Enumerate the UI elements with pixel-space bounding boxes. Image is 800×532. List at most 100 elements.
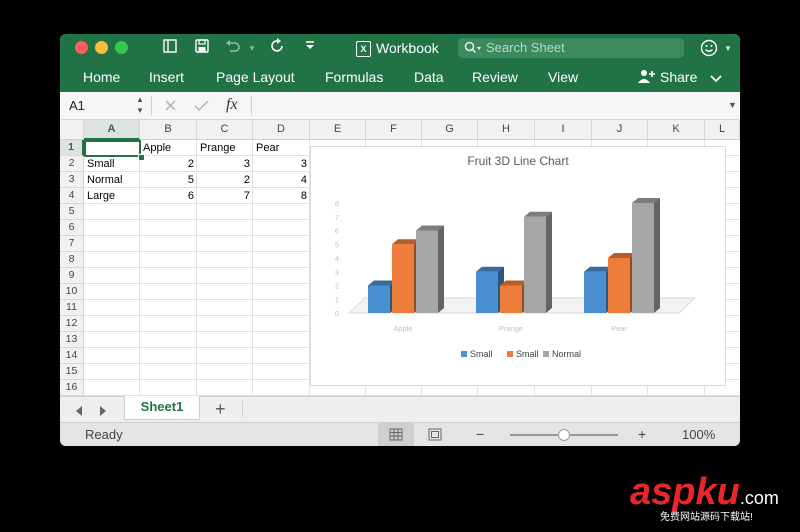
save-icon[interactable] — [192, 38, 212, 60]
row-header-10[interactable]: 10 — [60, 284, 84, 300]
normal-view-button[interactable] — [378, 423, 414, 446]
row-header-13[interactable]: 13 — [60, 332, 84, 348]
zoom-slider-thumb[interactable] — [558, 429, 570, 441]
formula-bar: A1 ▲ ▼ fx ▼ — [60, 92, 740, 120]
formula-divider-2 — [251, 96, 252, 116]
tab-page-layout[interactable]: Page Layout — [216, 68, 295, 86]
cell-d4[interactable]: 8 — [253, 188, 310, 204]
search-icon — [464, 41, 482, 60]
zoom-window-button[interactable] — [115, 41, 128, 54]
row-header-5[interactable]: 5 — [60, 204, 84, 220]
feedback-dropdown-icon[interactable]: ▾ — [718, 38, 738, 58]
tab-view[interactable]: View — [548, 68, 578, 86]
column-header-a[interactable]: A — [84, 120, 140, 140]
next-sheet-icon[interactable] — [98, 404, 108, 422]
cell-a4[interactable]: Large — [84, 188, 140, 204]
column-header-j[interactable]: J — [592, 120, 648, 140]
cell-a3[interactable]: Normal — [84, 172, 140, 188]
undo-icon[interactable] — [223, 38, 243, 60]
column-header-l[interactable]: L — [705, 120, 740, 140]
customize-toolbar-icon[interactable] — [300, 38, 320, 58]
column-header-h[interactable]: H — [478, 120, 535, 140]
search-sheet-box[interactable]: Search Sheet — [458, 38, 684, 58]
name-box-stepper-down-icon[interactable]: ▼ — [136, 106, 144, 115]
sheet-tab-sheet1[interactable]: Sheet1 — [124, 396, 200, 420]
cell-a2[interactable]: Small — [84, 156, 140, 172]
close-window-button[interactable] — [75, 41, 88, 54]
y-tick-label: 5 — [335, 240, 339, 249]
row-header-8[interactable]: 8 — [60, 252, 84, 268]
selected-cell-outline[interactable] — [84, 140, 141, 157]
row-header-2[interactable]: 2 — [60, 156, 84, 172]
title-bar: ▾ X Workbook Search Sheet ▾ — [60, 34, 740, 62]
row-header-11[interactable]: 11 — [60, 300, 84, 316]
bar-front — [524, 216, 546, 313]
row-header-9[interactable]: 9 — [60, 268, 84, 284]
column-header-c[interactable]: C — [197, 120, 253, 140]
column-header-i[interactable]: I — [535, 120, 592, 140]
cell-d1[interactable]: Pear — [253, 140, 310, 156]
fill-handle[interactable] — [138, 154, 145, 161]
row-header-6[interactable]: 6 — [60, 220, 84, 236]
column-header-k[interactable]: K — [648, 120, 705, 140]
row-header-3[interactable]: 3 — [60, 172, 84, 188]
zoom-in-button[interactable]: + — [638, 426, 646, 442]
tab-home[interactable]: Home — [83, 68, 120, 86]
row-header-16[interactable]: 16 — [60, 380, 84, 396]
column-header-f[interactable]: F — [366, 120, 422, 140]
collapse-ribbon-icon[interactable] — [710, 71, 722, 89]
column-header-d[interactable]: D — [253, 120, 310, 140]
name-box-stepper-up-icon[interactable]: ▲ — [136, 95, 144, 104]
tab-insert[interactable]: Insert — [149, 68, 184, 86]
cell-c4[interactable]: 7 — [197, 188, 253, 204]
bar-side — [438, 225, 444, 313]
spreadsheet-grid[interactable]: A B C D E F G H I J K L 1 2 3 4 5 6 7 8 9 10 11 12 13 14 15 16 Apple… — [60, 120, 740, 396]
row-header-14[interactable]: 14 — [60, 348, 84, 364]
share-user-icon[interactable] — [637, 68, 657, 89]
expand-formula-bar-icon[interactable]: ▼ — [728, 100, 737, 110]
zoom-level[interactable]: 100% — [682, 427, 715, 443]
sheet-divider — [242, 401, 243, 417]
undo-dropdown-icon[interactable]: ▾ — [242, 38, 262, 58]
sidebar-toggle-icon[interactable] — [160, 38, 180, 60]
smiley-feedback-icon[interactable] — [700, 38, 720, 64]
select-all-corner[interactable] — [60, 120, 84, 140]
y-tick-label: 7 — [335, 213, 339, 222]
column-header-g[interactable]: G — [422, 120, 478, 140]
prev-sheet-icon[interactable] — [74, 404, 84, 422]
name-box[interactable]: A1 — [69, 98, 85, 114]
cell-c1[interactable]: Prange — [197, 140, 253, 156]
cell-b4[interactable]: 6 — [140, 188, 197, 204]
zoom-out-button[interactable]: − — [476, 426, 484, 442]
share-button[interactable]: Share — [660, 68, 697, 86]
cell-b2[interactable]: 2 — [140, 156, 197, 172]
cell-d3[interactable]: 4 — [253, 172, 310, 188]
row-header-4[interactable]: 4 — [60, 188, 84, 204]
cell-d2[interactable]: 3 — [253, 156, 310, 172]
tab-data[interactable]: Data — [414, 68, 444, 86]
cell-c3[interactable]: 2 — [197, 172, 253, 188]
row-header-15[interactable]: 15 — [60, 364, 84, 380]
cell-c2[interactable]: 3 — [197, 156, 253, 172]
redo-icon[interactable] — [268, 38, 288, 60]
bar-front — [368, 285, 390, 313]
tab-review[interactable]: Review — [472, 68, 518, 86]
cell-b1[interactable]: Apple — [140, 140, 197, 156]
bar-side — [654, 198, 660, 313]
column-header-b[interactable]: B — [140, 120, 197, 140]
insert-function-button[interactable]: fx — [226, 96, 238, 114]
page-layout-view-icon[interactable] — [428, 428, 442, 446]
enter-check-icon[interactable] — [194, 99, 209, 117]
row-header-12[interactable]: 12 — [60, 316, 84, 332]
column-header-e[interactable]: E — [310, 120, 366, 140]
fruit-chart[interactable]: Fruit 3D Line Chart 0 1 2 3 4 5 6 7 8 Apple Prange P… — [310, 146, 726, 386]
cell-b3[interactable]: 5 — [140, 172, 197, 188]
row-header-7[interactable]: 7 — [60, 236, 84, 252]
cancel-icon[interactable] — [164, 99, 177, 117]
minimize-window-button[interactable] — [95, 41, 108, 54]
legend-label: Small — [516, 349, 539, 359]
ribbon-tabs: Home Insert Page Layout Formulas Data Re… — [60, 62, 740, 92]
add-sheet-button[interactable]: + — [215, 399, 226, 419]
tab-formulas[interactable]: Formulas — [325, 68, 383, 86]
row-header-1[interactable]: 1 — [60, 140, 84, 156]
